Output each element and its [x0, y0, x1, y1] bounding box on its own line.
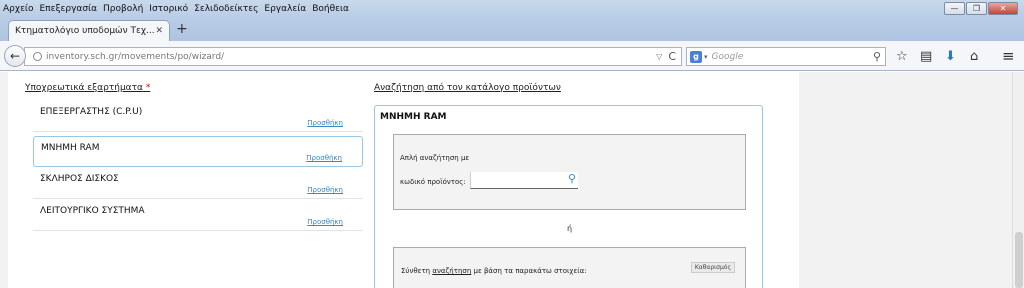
menu-history[interactable]: Ιστορικό: [146, 4, 191, 14]
advanced-search-label: Σύνθετη αναζήτηση με βάση τα παρακάτω στ…: [401, 267, 587, 275]
vertical-scrollbar[interactable]: [1012, 72, 1024, 288]
download-icon[interactable]: ⬇: [945, 49, 956, 64]
browser-tab[interactable]: Κτηματολόγιο υποδομών Τεχ... ✕: [8, 20, 170, 41]
page-viewport: Υποχρεωτικά εξαρτήματα * ΕΠΕΞΕΡΓΑΣΤΗΣ (C…: [0, 72, 1024, 288]
home-icon[interactable]: ⌂: [970, 49, 978, 64]
address-bar[interactable]: inventory.sch.gr/movements/po/wizard/ ▽ …: [24, 47, 682, 66]
search-icon[interactable]: ⚲: [873, 50, 881, 63]
url-text: inventory.sch.gr/movements/po/wizard/: [46, 51, 225, 62]
catalog-search-heading: Αναζήτηση από τον κατάλογο προϊόντων: [374, 83, 561, 93]
globe-icon: [33, 52, 42, 61]
window-controls: — ❐ ✕: [944, 2, 1018, 15]
required-mark: *: [145, 83, 151, 93]
add-link[interactable]: Προσθήκη: [307, 218, 343, 226]
reload-icon[interactable]: C: [668, 50, 676, 63]
bookmark-star-icon[interactable]: ☆: [896, 49, 908, 64]
menu-bar: Αρχείο Επεξεργασία Προβολή Ιστορικό Σελι…: [0, 0, 1024, 17]
menu-tools[interactable]: Εργαλεία: [261, 4, 309, 14]
or-separator: ή: [567, 224, 573, 233]
search-bar[interactable]: g ▾ Google ⚲: [686, 47, 886, 66]
tab-close-icon[interactable]: ✕: [155, 26, 163, 36]
component-row-selected[interactable]: ΜΝΗΜΗ RAM Προσθήκη: [33, 136, 363, 167]
menu-help[interactable]: Βοήθεια: [309, 4, 352, 14]
component-name: ΣΚΛΗΡΟΣ ΔΙΣΚΟΣ: [40, 174, 119, 184]
component-name: ΛΕΙΤΟΥΡΓΙΚΟ ΣΥΣΤΗΜΑ: [40, 206, 145, 216]
component-row[interactable]: ΛΕΙΤΟΥΡΓΙΚΟ ΣΥΣΤΗΜΑ Προσθήκη: [33, 200, 363, 231]
menu-bookmarks[interactable]: Σελιδοδείκτες: [191, 4, 261, 14]
simple-search-box: Απλή αναζήτηση με κωδικό προϊόντος: ⚲: [393, 134, 746, 210]
component-name: ΕΠΕΞΕΡΓΑΣΤΗΣ (C.P.U): [40, 107, 143, 117]
reading-list-icon[interactable]: ▤: [920, 49, 932, 64]
add-link[interactable]: Προσθήκη: [306, 154, 342, 162]
tab-title: Κτηματολόγιο υποδομών Τεχ...: [15, 26, 155, 36]
catalog-search-panel: ΜΝΗΜΗ RAM Απλή αναζήτηση με κωδικό προϊό…: [374, 105, 763, 288]
clear-button[interactable]: Καθαρισμός: [690, 262, 735, 273]
google-engine-icon[interactable]: g: [690, 50, 702, 63]
advanced-search-link[interactable]: αναζήτηση: [432, 267, 471, 275]
component-row[interactable]: ΣΚΛΗΡΟΣ ΔΙΣΚΟΣ Προσθήκη: [33, 168, 363, 199]
add-link[interactable]: Προσθήκη: [307, 119, 343, 127]
menu-edit[interactable]: Επεξεργασία: [37, 4, 101, 14]
required-components-heading: Υποχρεωτικά εξαρτήματα *: [25, 83, 151, 93]
product-code-label: κωδικό προϊόντος:: [400, 178, 466, 186]
component-row[interactable]: ΕΠΕΞΕΡΓΑΣΤΗΣ (C.P.U) Προσθήκη: [33, 101, 363, 132]
close-window-button[interactable]: ✕: [988, 2, 1018, 15]
simple-search-label: Απλή αναζήτηση με: [400, 154, 470, 162]
component-name: ΜΝΗΜΗ RAM: [41, 143, 100, 153]
panel-title: ΜΝΗΜΗ RAM: [380, 112, 447, 122]
page-margin: [800, 72, 1012, 288]
search-icon[interactable]: ⚲: [568, 172, 576, 185]
back-button[interactable]: ←: [4, 45, 26, 67]
engine-dropdown-icon[interactable]: ▾: [704, 53, 708, 61]
search-placeholder: Google: [711, 51, 744, 62]
maximize-button[interactable]: ❐: [966, 2, 987, 15]
menu-file[interactable]: Αρχείο: [0, 4, 37, 14]
hamburger-menu-icon[interactable]: ≡: [1002, 47, 1015, 65]
product-code-input[interactable]: [470, 172, 578, 189]
minimize-button[interactable]: —: [944, 2, 965, 15]
new-tab-button[interactable]: +: [176, 21, 188, 37]
scrollbar-thumb[interactable]: [1015, 232, 1023, 288]
advanced-search-box: Σύνθετη αναζήτηση με βάση τα παρακάτω στ…: [393, 247, 746, 288]
menu-view[interactable]: Προβολή: [100, 4, 146, 14]
tab-strip: Κτηματολόγιο υποδομών Τεχ... ✕ +: [0, 17, 1024, 41]
add-link[interactable]: Προσθήκη: [307, 186, 343, 194]
url-dropdown-icon[interactable]: ▽: [656, 52, 662, 61]
navigation-toolbar: inventory.sch.gr/movements/po/wizard/ ▽ …: [0, 41, 1024, 71]
